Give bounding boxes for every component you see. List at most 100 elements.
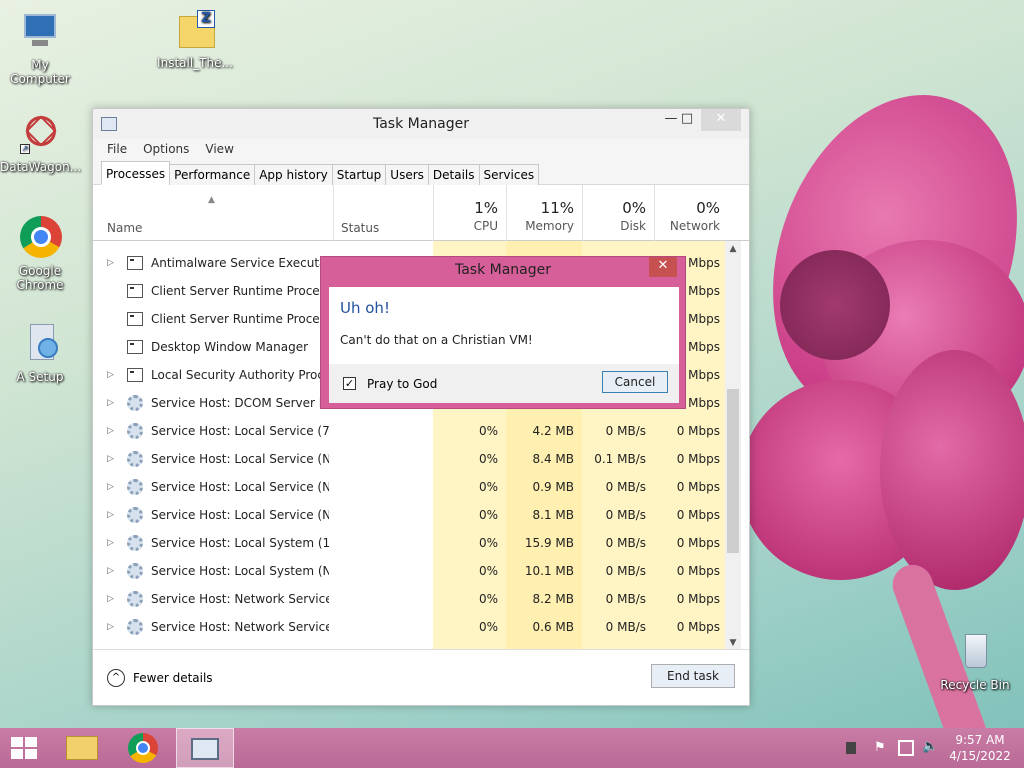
network-cell: 0 Mbps xyxy=(676,508,720,522)
process-name: Client Server Runtime Process xyxy=(151,284,329,298)
tab-strip: Processes Performance App history Startu… xyxy=(93,161,749,185)
vertical-scrollbar[interactable]: ▲ ▼ xyxy=(725,241,741,651)
memory-cell: 0.6 MB xyxy=(532,620,574,634)
expand-chevron-icon[interactable]: ▷ xyxy=(107,501,114,529)
desktop-icon-a-setup[interactable]: A Setup xyxy=(0,322,80,384)
process-name: Antimalware Service Executable xyxy=(151,256,329,270)
process-name: Service Host: Local Service (Net... xyxy=(151,452,329,466)
footer-bar: ^ Fewer details End task xyxy=(93,649,749,705)
scroll-up-icon[interactable]: ▲ xyxy=(725,241,741,257)
process-name: Service Host: Local Service (7) xyxy=(151,424,329,438)
table-row[interactable]: ▷ Service Host: Local Service (No ... 0% 8.… xyxy=(93,501,725,529)
expand-chevron-icon[interactable]: ▷ xyxy=(107,249,114,277)
cancel-button[interactable]: Cancel xyxy=(602,371,668,393)
desktop-icon-chrome[interactable]: Google Chrome xyxy=(0,216,80,292)
table-row[interactable]: ▷ Service Host: Local Service (7) 0% 4.2 MB… xyxy=(93,417,725,445)
wallpaper-petal xyxy=(880,350,1024,590)
clock-date[interactable]: 4/15/2022 xyxy=(948,749,1012,763)
tab-users[interactable]: Users xyxy=(385,164,429,185)
process-window-icon xyxy=(127,284,143,298)
dialog-heading: Uh oh! xyxy=(340,299,390,317)
cpu-cell: 0% xyxy=(478,564,498,578)
process-name: Local Security Authority Process... xyxy=(151,368,329,382)
memory-cell: 4.2 MB xyxy=(532,424,574,438)
zip-folder-icon: Z xyxy=(173,8,217,52)
dialog-close-button[interactable]: ✕ xyxy=(649,257,677,277)
process-name: Service Host: Local System (14) xyxy=(151,536,329,550)
process-window-icon xyxy=(127,340,143,354)
expand-chevron-icon[interactable]: ▷ xyxy=(107,585,114,613)
column-header-memory[interactable]: 11% Memory xyxy=(506,185,582,241)
end-task-button[interactable]: End task xyxy=(651,664,735,688)
column-header-disk[interactable]: 0% Disk xyxy=(582,185,654,241)
expand-chevron-icon[interactable]: ▷ xyxy=(107,445,114,473)
memory-cell: 0.9 MB xyxy=(532,480,574,494)
tab-startup[interactable]: Startup xyxy=(331,164,387,185)
expand-chevron-icon[interactable]: ▷ xyxy=(107,613,114,641)
desktop-icon-label: Install_The... xyxy=(157,56,233,70)
error-dialog: Task Manager ✕ Uh oh! Can't do that on a… xyxy=(320,256,686,409)
clock-time[interactable]: 9:57 AM xyxy=(948,733,1012,747)
taskbar-chrome[interactable] xyxy=(116,728,170,768)
tab-app-history[interactable]: App history xyxy=(254,164,333,185)
maximize-button[interactable]: □ xyxy=(673,109,701,131)
column-header-status[interactable]: Status xyxy=(333,185,433,241)
task-manager-icon xyxy=(191,738,219,760)
start-button[interactable] xyxy=(0,728,48,768)
pray-checkbox[interactable]: ✓ xyxy=(343,377,356,390)
process-name: Desktop Window Manager xyxy=(151,340,309,354)
pray-checkbox-label[interactable]: Pray to God xyxy=(367,377,437,391)
fewer-details-button[interactable]: ^ Fewer details xyxy=(107,668,213,688)
disk-percent: 0% xyxy=(622,199,646,217)
table-row[interactable]: ▷ Service Host: Local Service (No I... 0% 0… xyxy=(93,473,725,501)
disk-cell: 0 MB/s xyxy=(605,592,646,606)
expand-chevron-icon[interactable]: ▷ xyxy=(107,529,114,557)
network-cell: 0 Mbps xyxy=(676,452,720,466)
menu-file[interactable]: File xyxy=(99,139,135,161)
table-row[interactable]: ▷ Service Host: Local System (14) 0% 15.9 M… xyxy=(93,529,725,557)
table-row[interactable]: ▷ Service Host: Network Service (... 0% 0.6… xyxy=(93,613,725,641)
desktop-icon-datawagon[interactable]: ↗ DataWagon... xyxy=(0,109,82,174)
menu-options[interactable]: Options xyxy=(135,139,197,161)
column-header-cpu[interactable]: 1% CPU xyxy=(433,185,506,241)
desktop-icon-my-computer[interactable]: My Computer xyxy=(0,10,80,86)
fewer-details-label: Fewer details xyxy=(133,671,213,685)
expand-chevron-icon[interactable]: ▷ xyxy=(107,417,114,445)
disk-cell: 0 MB/s xyxy=(605,424,646,438)
expand-chevron-icon[interactable]: ▷ xyxy=(107,389,114,417)
tab-services[interactable]: Services xyxy=(478,164,540,185)
close-button[interactable]: ✕ xyxy=(701,109,741,131)
tab-performance[interactable]: Performance xyxy=(169,164,256,185)
table-row[interactable]: ▷ Service Host: Network Service (4) 0% 8.2 … xyxy=(93,585,725,613)
taskbar-file-explorer[interactable] xyxy=(56,728,110,768)
expand-chevron-icon[interactable]: ▷ xyxy=(107,557,114,585)
table-row[interactable]: ▷ Service Host: Local Service (Net... 0% 8.… xyxy=(93,445,725,473)
desktop-icon-recycle-bin[interactable]: Recycle Bin xyxy=(935,630,1015,692)
network-icon[interactable] xyxy=(898,740,914,756)
title-bar[interactable]: Task Manager — □ ✕ xyxy=(93,109,749,139)
volume-muted-icon[interactable]: 🔈 xyxy=(922,739,938,754)
table-row[interactable]: ▷ Service Host: Local System (Net... 0% 10.… xyxy=(93,557,725,585)
expand-chevron-icon[interactable]: ▷ xyxy=(107,473,114,501)
disk-cell: 0 MB/s xyxy=(605,620,646,634)
service-gear-icon xyxy=(127,507,143,523)
show-desktop-square-icon[interactable] xyxy=(846,742,856,754)
disk-cell: 0 MB/s xyxy=(605,480,646,494)
scrollbar-thumb[interactable] xyxy=(727,389,739,553)
desktop-icon-label: Google Chrome xyxy=(16,264,64,292)
tab-processes[interactable]: Processes xyxy=(101,161,171,185)
expand-chevron-icon[interactable]: ▷ xyxy=(107,361,114,389)
network-cell: 0 Mbps xyxy=(676,536,720,550)
disk-cell: 0 MB/s xyxy=(605,508,646,522)
menu-view[interactable]: View xyxy=(197,139,241,161)
tab-details[interactable]: Details xyxy=(427,164,480,185)
desktop-icon-label: DataWagon... xyxy=(0,160,82,174)
process-name: Service Host: Network Service (... xyxy=(151,620,329,634)
network-cell: 0 Mbps xyxy=(676,564,720,578)
action-center-flag-icon[interactable]: ⚑ xyxy=(874,740,890,756)
column-header-name[interactable]: Name xyxy=(93,185,333,241)
column-header-network[interactable]: 0% Network xyxy=(654,185,728,241)
service-gear-icon xyxy=(127,423,143,439)
taskbar-task-manager[interactable] xyxy=(176,728,234,768)
desktop-icon-install[interactable]: Z Install_The... xyxy=(155,8,235,70)
